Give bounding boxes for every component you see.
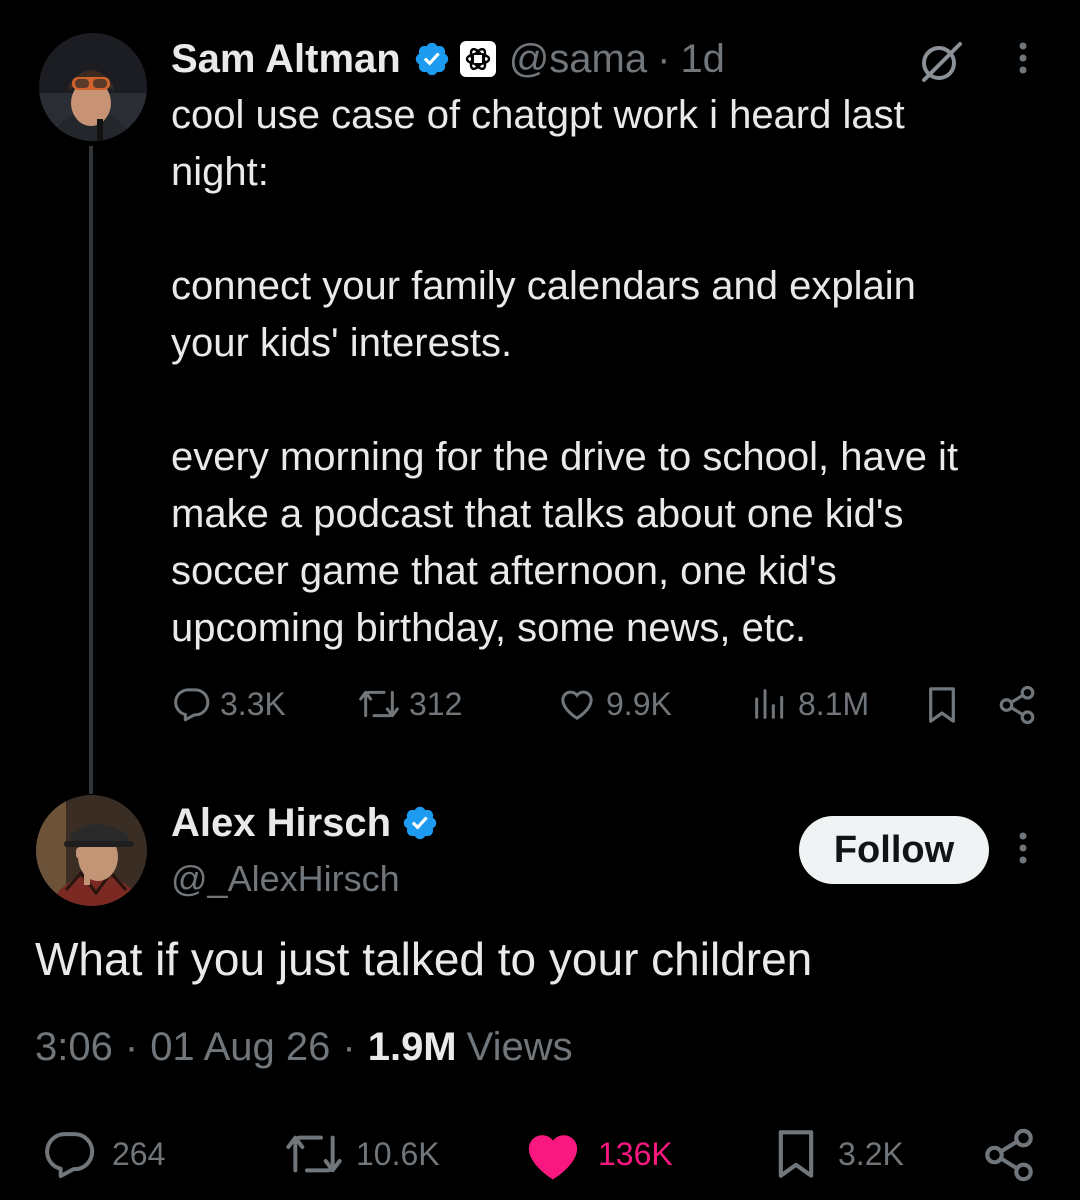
author-handle[interactable]: @sama xyxy=(509,37,647,82)
reply-action[interactable]: 264 xyxy=(42,1126,165,1182)
share-icon[interactable] xyxy=(980,1126,1038,1184)
follow-button[interactable]: Follow xyxy=(799,816,989,884)
views-count: 1.9M xyxy=(367,1024,457,1069)
tweet-date[interactable]: 01 Aug 26 xyxy=(150,1025,330,1070)
heart-filled-icon xyxy=(528,1135,578,1180)
bookmark-count: 3.2K xyxy=(838,1135,904,1172)
like-count: 9.9K xyxy=(606,685,672,722)
like-count: 136K xyxy=(598,1135,673,1172)
more-options-icon[interactable] xyxy=(1012,830,1034,870)
author-name[interactable]: Sam Altman xyxy=(171,37,401,82)
author-handle[interactable]: @_AlexHirsch xyxy=(171,858,400,900)
sam-altman-avatar[interactable] xyxy=(39,33,147,141)
parent-tweet-text: cool use case of chatgpt work i heard la… xyxy=(171,93,959,650)
repost-icon xyxy=(286,1135,342,1173)
views-count: 8.1M xyxy=(798,685,870,722)
repost-count: 312 xyxy=(409,685,463,722)
reply-icon xyxy=(174,688,210,722)
alex-hirsch-avatar[interactable] xyxy=(36,795,147,906)
slash-circle-icon[interactable] xyxy=(918,38,964,84)
tweet-meta: 3:06 · 01 Aug 26 · 1.9M Views xyxy=(35,1022,573,1072)
bookmark-action[interactable]: 3.2K xyxy=(770,1124,904,1184)
dot-separator: · xyxy=(124,1024,139,1069)
reply-count: 264 xyxy=(112,1135,166,1172)
reply-count: 3.3K xyxy=(220,685,286,722)
repost-icon xyxy=(359,690,399,718)
dot-separator: · xyxy=(657,36,671,81)
reply-action[interactable]: 3.3K xyxy=(172,684,286,724)
bookmark-icon xyxy=(778,1130,814,1178)
like-action[interactable]: 136K xyxy=(522,1126,673,1182)
repost-action[interactable]: 10.6K xyxy=(282,1126,440,1182)
bookmark-icon[interactable] xyxy=(922,684,962,726)
openai-logo-icon[interactable] xyxy=(459,40,497,78)
reply-tweet-header: Alex Hirsch xyxy=(171,798,439,848)
author-name[interactable]: Alex Hirsch xyxy=(171,801,391,846)
verified-badge-icon xyxy=(413,40,451,78)
verified-badge-icon xyxy=(401,804,439,842)
views-action[interactable]: 8.1M xyxy=(750,684,869,724)
repost-action[interactable]: 312 xyxy=(357,684,462,724)
views-label: Views xyxy=(466,1024,573,1069)
repost-count: 10.6K xyxy=(356,1135,440,1172)
tweet-timestamp[interactable]: 3:06 xyxy=(35,1025,113,1070)
more-options-icon[interactable] xyxy=(1012,40,1034,80)
parent-tweet-header: Sam Altman @sama · 1d xyxy=(171,34,725,84)
reply-tweet-text: What if you just talked to your children xyxy=(35,933,813,985)
heart-icon xyxy=(561,690,593,720)
share-icon[interactable] xyxy=(996,684,1038,726)
reply-icon xyxy=(45,1132,95,1179)
tweet-time[interactable]: 1d xyxy=(680,37,725,82)
dot-separator: · xyxy=(342,1024,356,1069)
like-action[interactable]: 9.9K xyxy=(556,684,672,724)
thread-connector-line xyxy=(89,146,93,794)
views-chart-icon xyxy=(755,689,784,719)
